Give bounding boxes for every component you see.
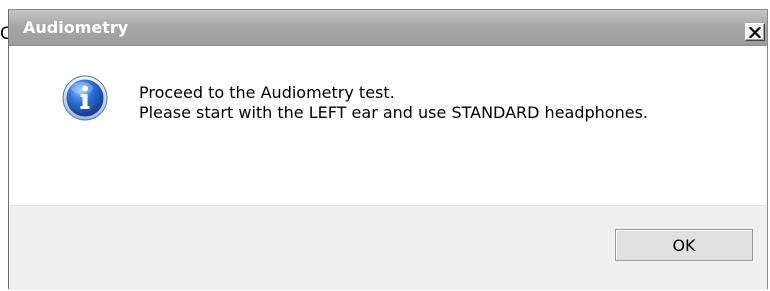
screen: C Audiometry Proceed to the Audiometry t… [0,0,770,291]
dialog-message: Proceed to the Audiometry test. Please s… [139,83,648,123]
close-icon [749,26,761,38]
dialog-titlebar[interactable]: Audiometry [9,10,767,46]
dialog-content [9,46,767,205]
information-icon [62,75,108,121]
dialog-button-bar: OK [9,205,767,290]
close-button[interactable] [745,23,765,41]
ok-button[interactable]: OK [615,229,753,261]
audiometry-dialog: Audiometry Proceed to the Audiometry tes… [8,9,768,290]
message-line-2: Please start with the LEFT ear and use S… [139,103,648,122]
dialog-title: Audiometry [23,18,129,37]
message-line-1: Proceed to the Audiometry test. [139,83,395,102]
